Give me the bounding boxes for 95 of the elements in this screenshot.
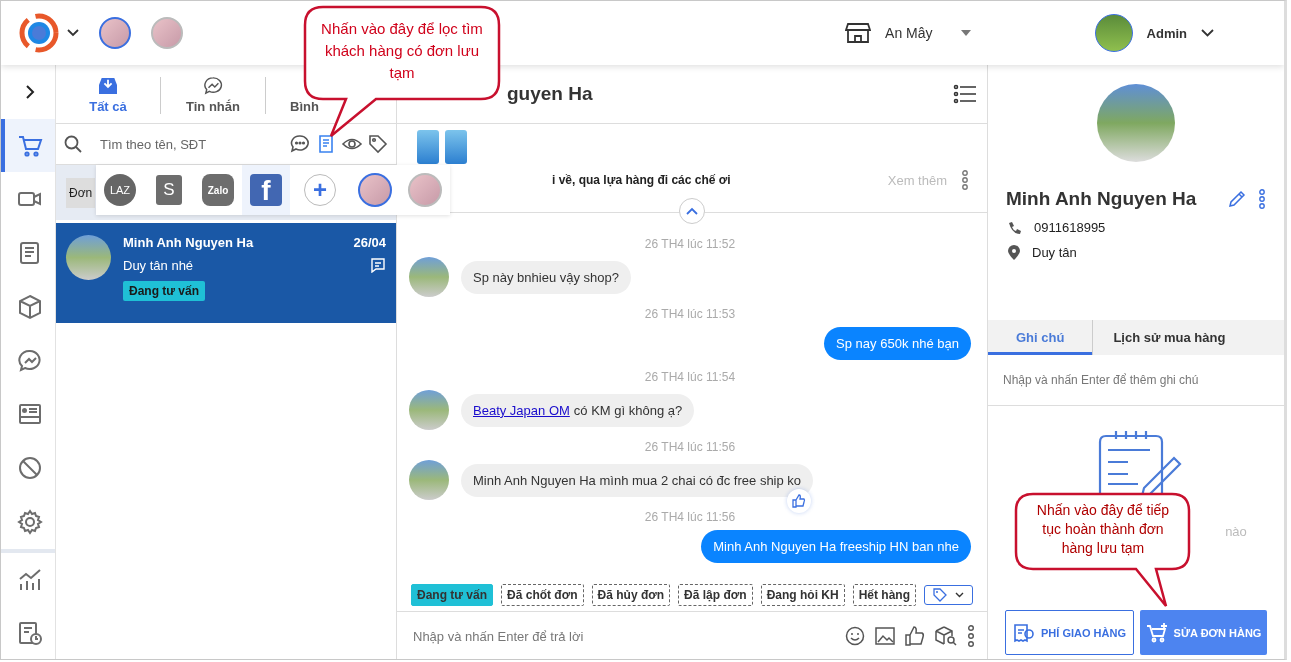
phone-icon <box>1008 220 1022 235</box>
thumbs-up-icon <box>792 493 807 508</box>
box-icon <box>17 293 43 320</box>
more-icon[interactable] <box>961 170 969 190</box>
customer-tab[interactable]: Ghi chú <box>988 320 1094 355</box>
customer-name: Minh Anh Nguyen Ha <box>1006 188 1198 210</box>
more-icon[interactable] <box>967 625 975 647</box>
callout-text: Nhấn vào đây để tiếp tục hoàn thành đơn hàng lưu tạm <box>1035 501 1171 558</box>
lazada-logo[interactable]: LAZ <box>96 165 144 215</box>
ban-icon <box>17 455 43 481</box>
message-time: 26 TH4 lúc 11:56 <box>643 440 737 454</box>
tag-icon <box>933 588 947 602</box>
inbox-tab[interactable]: Tất cả <box>56 77 161 114</box>
message-text: Sp nay 650k nhé bạn <box>836 336 959 351</box>
emoji-icon[interactable] <box>845 626 865 646</box>
list-icon[interactable] <box>953 84 977 104</box>
reply-field[interactable]: Nhập và nhấn Enter để trả lời <box>411 627 835 645</box>
tag-icon <box>368 134 388 154</box>
chart-icon <box>17 566 43 593</box>
inbox-tab[interactable]: Tin nhắn <box>161 77 266 114</box>
inbox-tray-icon <box>96 77 120 95</box>
nav-button[interactable] <box>1 118 55 173</box>
avatar-image <box>409 257 449 297</box>
more-icon[interactable] <box>1258 189 1266 209</box>
note-field[interactable]: Nhập và nhấn Enter để thêm ghi chú <box>988 355 1284 406</box>
address: Duy tân <box>1032 245 1077 260</box>
messenger-icon <box>202 77 224 95</box>
status-tag[interactable]: Đang tư vấn <box>411 584 494 606</box>
chevron-up-icon <box>686 207 698 215</box>
search-field[interactable]: Tìm theo tên, SĐT <box>88 135 284 153</box>
message-preview: Duy tân nhé <box>123 258 194 273</box>
zalo-logo[interactable]: Zalo <box>194 165 242 215</box>
user-name[interactable]: Admin <box>1146 25 1187 41</box>
report-clock-icon <box>17 620 43 647</box>
pencil-icon[interactable] <box>1228 190 1246 208</box>
collapse-button[interactable] <box>679 198 705 224</box>
cart-add-icon <box>1145 622 1168 643</box>
chevron-down-icon <box>955 592 964 598</box>
product-link[interactable]: Beaty Japan OM <box>473 402 570 418</box>
store-icon <box>845 22 872 44</box>
message-time: 26 TH4 lúc 11:53 <box>643 307 737 321</box>
status-tag[interactable]: Đã chốt đơn <box>501 584 584 606</box>
message-text: Minh Anh Nguyen Ha mình mua 2 chai có đc free ship ko <box>473 472 802 488</box>
status-tag[interactable]: Đã lập đơn <box>678 584 753 606</box>
location-pin-icon <box>1008 245 1020 260</box>
shopee-logo[interactable]: S <box>144 165 194 215</box>
facebook-logo[interactable]: f <box>242 165 290 215</box>
message-text: Sp này bnhieu vậy shop? <box>473 269 619 285</box>
inbox-tab[interactable]: Bình <box>266 77 319 114</box>
document-icon <box>316 134 336 154</box>
filter-button[interactable] <box>316 134 336 154</box>
customer-tab[interactable]: Lịch sử mua hàng <box>1093 320 1246 355</box>
avatar-image <box>409 460 449 500</box>
status-tag[interactable]: Đã hủy đơn <box>591 584 671 606</box>
filter-label[interactable]: Đơn <box>66 177 96 208</box>
avatar-image <box>66 235 111 280</box>
settings-icon <box>17 508 43 535</box>
contact-name: guyen Ha <box>507 83 593 105</box>
message-time: 26 TH4 lúc 11:54 <box>643 370 737 384</box>
thumbs-up-icon[interactable] <box>905 626 925 646</box>
store-name[interactable]: An Mây <box>885 25 933 41</box>
avatar-image <box>409 390 449 430</box>
messenger-icon <box>17 347 43 374</box>
chevron-down-icon[interactable] <box>67 29 79 37</box>
contact-name: Minh Anh Nguyen Ha <box>123 235 254 250</box>
add-channel-button[interactable]: + <box>290 165 350 215</box>
status-tag[interactable]: Hết hàng <box>852 584 916 606</box>
post-text: i về, qua lựa hàng đi các chế ơi <box>552 173 732 187</box>
receipt-icon <box>1013 622 1035 643</box>
image-icon[interactable] <box>875 626 895 646</box>
chat-dots-icon <box>290 134 310 154</box>
logo-icon[interactable] <box>19 13 59 53</box>
status-tag[interactable]: Đang hỏi KH <box>760 584 845 606</box>
user-avatar[interactable] <box>1094 14 1133 52</box>
search-icon <box>64 135 82 153</box>
message-time: 26 TH4 lúc 11:52 <box>643 237 737 251</box>
shipping-fee-button[interactable]: PHÍ GIAO HÀNG <box>1005 610 1134 655</box>
tag-dropdown-button[interactable] <box>924 585 973 605</box>
chevron-down-icon[interactable] <box>1201 29 1214 37</box>
empty-state-text: nào <box>1225 524 1247 539</box>
message-text: có KM gì không ạ? <box>573 402 683 418</box>
message-icon <box>370 258 386 273</box>
conversation-date: 26/04 <box>353 235 386 250</box>
message-time: 26 TH4 lúc 11:56 <box>643 510 737 524</box>
message-text: Minh Anh Nguyen Ha freeship HN ban nhe <box>713 539 959 554</box>
dropdown-caret-icon[interactable] <box>960 30 971 36</box>
phone-number: 0911618995 <box>1034 220 1106 235</box>
account-avatar[interactable] <box>99 17 131 49</box>
box-search-icon[interactable] <box>935 626 957 646</box>
filter-button[interactable] <box>290 134 310 154</box>
filter-button[interactable] <box>368 134 388 154</box>
callout-text: Nhấn vào đây để lọc tìm khách hàng có đơn lưu tạm <box>320 19 484 83</box>
status-tag: Đang tư vấn <box>123 281 206 301</box>
edit-order-button[interactable]: SỬA ĐƠN HÀNG <box>1140 610 1267 655</box>
conversation-item[interactable]: Minh Anh Nguyen Ha 26/04 Duy tân nhé Đang tư vấn <box>56 223 396 323</box>
